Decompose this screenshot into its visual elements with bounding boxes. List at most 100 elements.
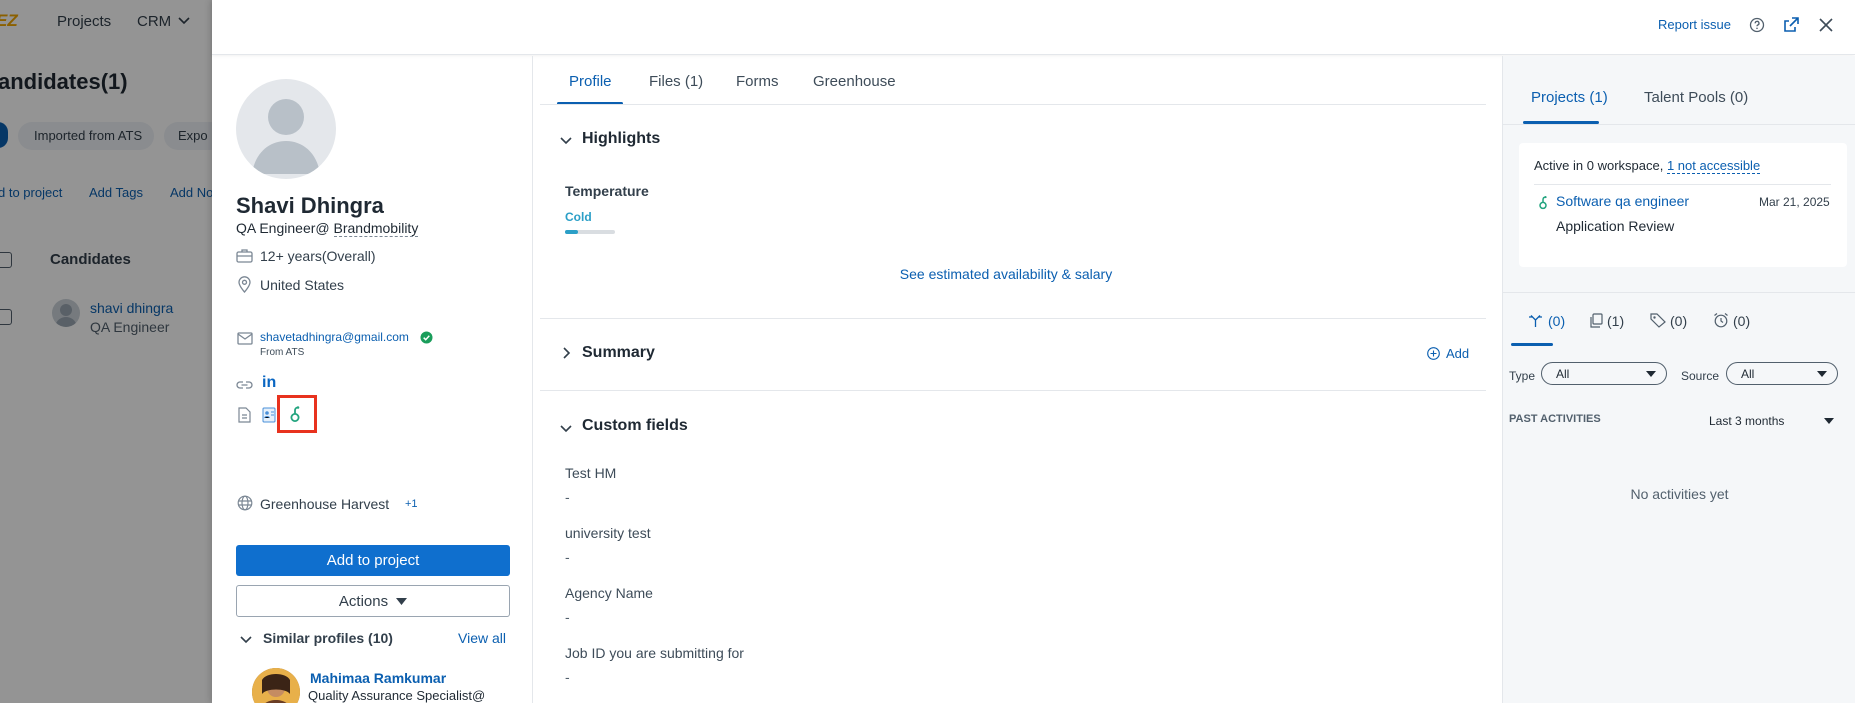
source-select[interactable]: All [1726, 362, 1838, 385]
drawer-toolbar: Report issue [212, 0, 1855, 55]
candidate-headline: QA Engineer@ Brandmobility [236, 220, 419, 237]
empty-activities-text: No activities yet [1630, 486, 1729, 502]
view-all-link[interactable]: View all [458, 630, 506, 646]
type-select[interactable]: All [1541, 362, 1667, 385]
field-value-test-hm[interactable]: - [565, 489, 570, 505]
similar-avatar [252, 668, 300, 703]
tab-forms[interactable]: Forms [736, 73, 779, 90]
field-value-agency[interactable]: - [565, 609, 570, 625]
verified-icon [420, 331, 433, 344]
reminder-count[interactable]: (0) [1733, 313, 1750, 329]
collapse-chevron-icon[interactable] [240, 636, 252, 644]
email-icon [237, 332, 253, 345]
merge-icon[interactable] [1528, 314, 1543, 328]
merge-count[interactable]: (0) [1548, 313, 1565, 329]
field-label-job-id: Job ID you are submitting for [565, 645, 744, 661]
custom-fields-title: Custom fields [582, 417, 688, 434]
temperature-meter-fill [565, 230, 578, 234]
highlights-title: Highlights [582, 130, 661, 147]
briefcase-icon [236, 249, 253, 263]
project-name-link[interactable]: Software qa engineer [1556, 193, 1689, 209]
headline-company[interactable]: Brandmobility [333, 220, 419, 237]
range-caret-icon[interactable] [1824, 418, 1834, 424]
custom-fields-chevron-icon[interactable] [560, 425, 572, 433]
actions-label: Actions [338, 592, 389, 610]
temperature-value: Cold [565, 210, 592, 224]
right-section-divider [1503, 292, 1855, 293]
similar-name-link[interactable]: Mahimaa Ramkumar [310, 670, 446, 686]
similar-profiles-title: Similar profiles (10) [263, 630, 393, 646]
tabs-divider [540, 104, 1486, 105]
not-accessible-link[interactable]: 1 not accessible [1666, 158, 1761, 174]
project-card: Active in 0 workspace, 1 not accessible … [1519, 143, 1847, 267]
link-icon [236, 381, 253, 389]
help-icon[interactable] [1749, 17, 1765, 33]
temperature-label: Temperature [565, 183, 649, 199]
actions-dropdown[interactable]: Actions [236, 585, 510, 617]
range-select[interactable]: Last 3 months [1709, 414, 1784, 428]
tag-icon[interactable] [1650, 313, 1666, 328]
report-issue-link[interactable]: Report issue [1658, 17, 1731, 32]
source-select-value: All [1741, 366, 1755, 381]
workspace-text: Active in 0 workspace, 1 not accessible [1534, 158, 1761, 174]
right-column: Projects (1) Talent Pools (0) Active in … [1502, 56, 1855, 703]
card-divider [1534, 184, 1831, 185]
workspace-label: Active in 0 workspace, [1534, 158, 1667, 173]
linkedin-icon[interactable]: in [262, 374, 276, 392]
highlights-divider [540, 318, 1486, 319]
app-root: EZ Projects CRM andidates(1) Imported fr… [0, 0, 1855, 703]
candidate-drawer: Report issue Shavi Dhingra QA Engineer@ … [212, 0, 1855, 703]
summary-divider [540, 390, 1486, 391]
candidate-name: Shavi Dhingra [236, 193, 384, 218]
source-text: Greenhouse Harvest [260, 496, 390, 512]
tag-count[interactable]: (0) [1670, 313, 1687, 329]
location-text: United States [260, 277, 345, 293]
caret-down-icon [1646, 371, 1656, 377]
caret-down-icon [396, 597, 408, 605]
email-source: From ATS [260, 347, 305, 358]
location-pin-icon [238, 276, 251, 293]
field-value-university[interactable]: - [565, 549, 570, 565]
source-label: Source [1681, 369, 1720, 383]
summary-add-link[interactable]: Add [1446, 346, 1469, 361]
similar-title: Quality Assurance Specialist@ [308, 688, 486, 703]
right-tabs-divider [1503, 124, 1855, 125]
add-circle-icon[interactable] [1427, 347, 1440, 360]
field-label-test-hm: Test HM [565, 465, 617, 481]
globe-icon [237, 495, 253, 511]
temperature-meter [565, 230, 615, 234]
past-activities-label: PAST ACTIVITIES [1509, 413, 1601, 425]
contact-card-icon[interactable] [262, 407, 276, 423]
type-label: Type [1509, 369, 1536, 383]
alarm-icon[interactable] [1713, 312, 1729, 328]
tab-profile[interactable]: Profile [569, 73, 612, 90]
field-value-job-id[interactable]: - [565, 669, 570, 685]
profile-avatar [236, 79, 336, 179]
tab-greenhouse[interactable]: Greenhouse [813, 73, 896, 90]
tab-projects[interactable]: Projects (1) [1531, 89, 1608, 106]
headline-role: QA Engineer@ [236, 220, 334, 236]
close-icon[interactable] [1818, 17, 1834, 33]
tab-talent-pools[interactable]: Talent Pools (0) [1644, 89, 1748, 106]
field-label-agency: Agency Name [565, 585, 653, 601]
tab-files[interactable]: Files (1) [649, 73, 703, 90]
summary-chevron-icon[interactable] [563, 347, 571, 359]
estimate-availability-link[interactable]: See estimated availability & salary [533, 266, 1479, 282]
modal-overlay[interactable] [0, 0, 213, 703]
resume-icon [238, 407, 251, 423]
experience-text: 12+ years(Overall) [260, 248, 376, 264]
copy-icon[interactable] [1589, 313, 1603, 328]
greenhouse-icon[interactable] [289, 405, 301, 423]
profile-column: Shavi Dhingra QA Engineer@ Brandmobility… [212, 56, 532, 703]
greenhouse-small-icon [1539, 196, 1547, 210]
source-more-badge[interactable]: +1 [405, 498, 418, 510]
type-select-value: All [1556, 366, 1570, 381]
project-stage: Application Review [1556, 218, 1675, 234]
highlights-chevron-icon[interactable] [560, 137, 572, 145]
add-to-project-button[interactable]: Add to project [236, 545, 510, 576]
email-link[interactable]: shavetadhingra@gmail.com [260, 330, 409, 344]
open-external-icon[interactable] [1782, 16, 1800, 34]
project-date: Mar 21, 2025 [1759, 195, 1830, 209]
copy-count[interactable]: (1) [1607, 313, 1624, 329]
activity-tab-indicator [1511, 343, 1553, 346]
